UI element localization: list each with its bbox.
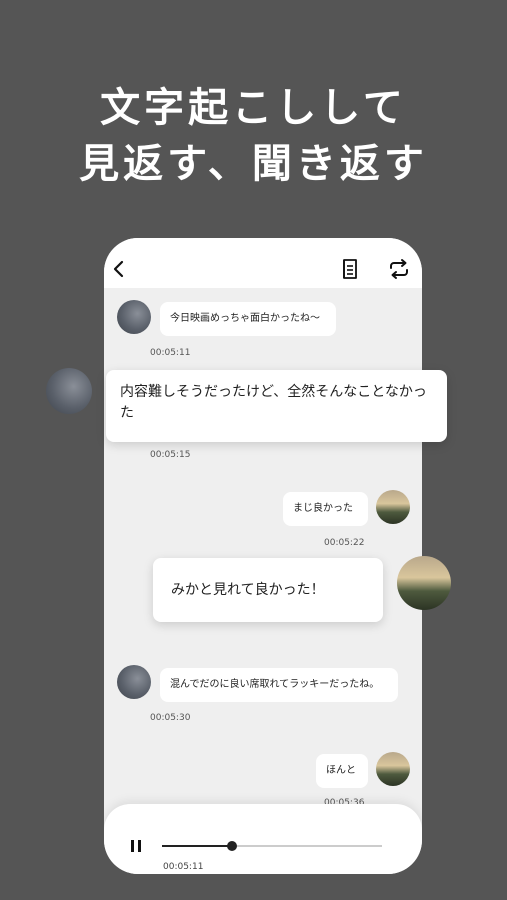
chevron-left-icon[interactable] bbox=[112, 260, 126, 278]
avatar-enlarged bbox=[397, 556, 451, 610]
headline-line-1: 文字起こしして bbox=[100, 85, 407, 131]
avatar bbox=[376, 490, 410, 524]
progress-fill bbox=[162, 845, 233, 847]
message-text: 混んでだのに良い席取れてラッキーだったね。 bbox=[170, 679, 380, 690]
progress-slider[interactable] bbox=[162, 841, 382, 851]
repeat-icon[interactable] bbox=[387, 258, 411, 280]
phone-screen: 今日映画めっちゃ面白かったね〜 00:05:11 00:05:15 まじ良かった… bbox=[104, 238, 422, 874]
app-header bbox=[104, 238, 422, 288]
message-text: 内容難しそうだったけど、全然そんなことなかった bbox=[120, 384, 427, 421]
avatar bbox=[376, 752, 410, 786]
document-icon[interactable] bbox=[341, 258, 359, 280]
message-timestamp: 00:05:30 bbox=[150, 713, 191, 723]
progress-handle[interactable] bbox=[227, 841, 238, 851]
headline: 文字起こしして 見返す、聞き返す bbox=[0, 80, 507, 192]
message-text: ほんと bbox=[326, 765, 356, 776]
avatar bbox=[117, 300, 151, 334]
avatar-enlarged bbox=[46, 368, 92, 414]
message-bubble-enlarged: 内容難しそうだったけど、全然そんなことなかった bbox=[106, 370, 447, 442]
message-bubble: 混んでだのに良い席取れてラッキーだったね。 bbox=[160, 668, 398, 702]
playback-time: 00:05:11 bbox=[163, 862, 204, 872]
message-bubble: まじ良かった bbox=[283, 492, 368, 526]
message-bubble: ほんと bbox=[316, 754, 368, 788]
avatar bbox=[117, 665, 151, 699]
message-text: みかと見れて良かった！ bbox=[171, 581, 325, 598]
pause-icon[interactable] bbox=[130, 839, 142, 853]
headline-line-2: 見返す、聞き返す bbox=[79, 141, 428, 187]
message-text: まじ良かった bbox=[293, 503, 353, 514]
message-timestamp: 00:05:22 bbox=[324, 538, 365, 548]
message-bubble: 今日映画めっちゃ面白かったね〜 bbox=[160, 302, 336, 336]
audio-player: 00:05:11 bbox=[104, 804, 422, 874]
message-timestamp: 00:05:15 bbox=[150, 450, 191, 460]
message-text: 今日映画めっちゃ面白かったね〜 bbox=[170, 313, 320, 324]
message-bubble-enlarged: みかと見れて良かった！ bbox=[153, 558, 383, 622]
message-timestamp: 00:05:11 bbox=[150, 348, 191, 358]
